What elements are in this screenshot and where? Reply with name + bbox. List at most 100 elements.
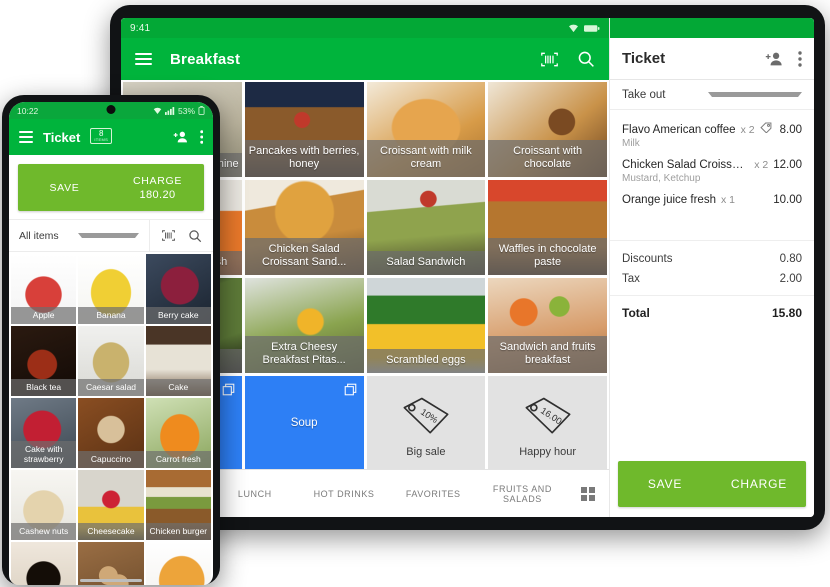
- tile-label: Cake with strawberry: [11, 441, 77, 468]
- grid-view-icon[interactable]: [567, 470, 609, 517]
- product-tile[interactable]: [145, 542, 211, 585]
- order-type-value: Take out: [622, 88, 666, 101]
- charge-button[interactable]: CHARGE: [712, 461, 806, 507]
- tag-icon: 10%: [400, 396, 452, 436]
- hamburger-menu-icon[interactable]: [135, 53, 152, 65]
- tile-label: Carrot fresh: [145, 451, 211, 468]
- more-vertical-icon[interactable]: [199, 130, 204, 144]
- order-type-select[interactable]: Take out: [610, 80, 814, 110]
- phone-page-title: Ticket: [43, 129, 81, 145]
- hamburger-menu-icon[interactable]: [19, 131, 33, 143]
- barcode-scan-icon[interactable]: [161, 229, 176, 242]
- product-tile[interactable]: Pancakes with berries, honey: [244, 82, 364, 177]
- product-tile[interactable]: Sandwich and fruits breakfast: [488, 278, 607, 373]
- signal-icon: [164, 106, 175, 115]
- ticket-item-line: Flavo American coffee x 2 8.00: [622, 122, 802, 136]
- ticket-pane: Ticket Take out Flavo American coffee x …: [609, 18, 814, 517]
- screenshot-root: 9:41 Breakfast Pancakes with berries, ho…: [0, 0, 830, 587]
- more-vertical-icon[interactable]: [798, 50, 802, 67]
- ticket-item-modifiers: Milk: [622, 138, 640, 149]
- tablet-status-bar: 9:41: [121, 18, 609, 38]
- product-tile[interactable]: Carrot fresh: [145, 398, 211, 468]
- product-image: [11, 542, 77, 585]
- tab-hot-drinks[interactable]: HOT DRINKS: [299, 470, 388, 517]
- phone-appbar-actions: [122, 130, 203, 144]
- barcode-scan-icon[interactable]: [540, 51, 559, 68]
- tile-label: Banana: [78, 307, 144, 324]
- ticket-item-row[interactable]: Chicken Salad Croissant... x 2 12.00 Mustar…: [610, 153, 814, 188]
- product-tile[interactable]: Croissant with chocolate: [488, 82, 607, 177]
- product-tile[interactable]: Chicken Salad Croissant Sand...: [244, 180, 364, 275]
- tile-label: Capuccino: [78, 451, 144, 468]
- search-icon[interactable]: [577, 50, 595, 68]
- ticket-grand-total: Total 15.80: [610, 294, 814, 330]
- product-tile[interactable]: Banana: [78, 254, 144, 324]
- save-button[interactable]: SAVE: [618, 461, 712, 507]
- tile-label: Apple: [11, 307, 77, 324]
- product-tile[interactable]: Cashew nuts: [11, 470, 77, 540]
- svg-text:10%: 10%: [419, 407, 440, 425]
- tile-label: Berry cake: [145, 307, 211, 324]
- product-tile[interactable]: Scrambled eggs: [366, 278, 486, 373]
- ticket-item-price: 12.00: [773, 159, 802, 171]
- discount-tile[interactable]: 10% Big sale: [366, 376, 486, 469]
- product-tile[interactable]: Extra Cheesy Breakfast Pitas...: [244, 278, 364, 373]
- tablet-app-bar: Breakfast: [121, 38, 609, 80]
- phone-status-icons: 53%: [153, 106, 205, 116]
- phone-status-time: 10:22: [17, 105, 39, 116]
- product-tile[interactable]: Cake: [145, 326, 211, 396]
- ticket-title: Ticket: [622, 50, 666, 67]
- ticket-item-count-badge: 8 ITEMS: [90, 128, 113, 144]
- ticket-action-bar: SAVE CHARGE: [618, 461, 806, 507]
- tab-label: LUNCH: [237, 488, 272, 499]
- total-label: Tax: [622, 272, 640, 285]
- search-icon[interactable]: [188, 229, 202, 243]
- product-tile[interactable]: Cheesecake: [78, 470, 144, 540]
- tile-label: Cake: [145, 379, 211, 396]
- ticket-item-list: Flavo American coffee x 2 8.00 Milk Chicken …: [610, 110, 814, 240]
- total-value: 0.80: [779, 252, 802, 265]
- phone-home-indicator: [80, 579, 142, 582]
- phone-charge-bar: SAVE CHARGE 180.20: [18, 164, 204, 211]
- ticket-item-qty: x 2: [740, 124, 755, 136]
- wifi-icon: [153, 107, 162, 115]
- tablet-status-icons: [568, 24, 600, 33]
- item-filter-select[interactable]: All items: [9, 230, 149, 242]
- ticket-item-row[interactable]: Flavo American coffee x 2 8.00 Milk: [610, 116, 814, 153]
- product-tile[interactable]: Berry cake: [145, 254, 211, 324]
- phone-save-button[interactable]: SAVE: [18, 164, 111, 211]
- product-tile[interactable]: Black tea: [11, 326, 77, 396]
- product-tile[interactable]: Cake with strawberry: [11, 398, 77, 468]
- product-tile[interactable]: Chicken burger: [145, 470, 211, 540]
- ticket-item-qty: x 2: [754, 159, 769, 171]
- save-label: SAVE: [49, 181, 80, 194]
- add-person-icon[interactable]: [173, 130, 189, 144]
- tile-label: Sandwich and fruits breakfast: [488, 336, 607, 373]
- discount-tile[interactable]: 16.00 Happy hour: [488, 376, 607, 469]
- tile-label: Big sale: [406, 446, 446, 458]
- tile-label: Chicken burger: [145, 523, 211, 540]
- phone-charge-button[interactable]: CHARGE 180.20: [111, 164, 204, 211]
- grand-total-value: 15.80: [771, 305, 802, 320]
- ticket-item-qty: x 1: [720, 194, 735, 206]
- tab-favorites[interactable]: FAVORITES: [389, 470, 478, 517]
- charge-label: CHARGE: [132, 174, 183, 187]
- ticket-item-line: Chicken Salad Croissant... x 2 12.00: [622, 159, 802, 171]
- add-person-icon[interactable]: [765, 51, 784, 67]
- wifi-icon: [568, 24, 579, 33]
- product-tile[interactable]: Capuccino: [78, 398, 144, 468]
- product-tile[interactable]: Salad Sandwich: [366, 180, 486, 275]
- product-tile[interactable]: Waffles in chocolate paste: [488, 180, 607, 275]
- page-title: Breakfast: [170, 50, 241, 68]
- product-tile[interactable]: [11, 542, 77, 585]
- tab-lunch[interactable]: LUNCH: [210, 470, 299, 517]
- product-tile[interactable]: Croissant with milk cream: [366, 82, 486, 177]
- product-tile[interactable]: Apple: [11, 254, 77, 324]
- product-tile[interactable]: Caesar salad: [78, 326, 144, 396]
- tile-label: Extra Cheesy Breakfast Pitas...: [244, 336, 364, 373]
- category-tile[interactable]: Soup: [244, 376, 364, 469]
- tile-label: Scrambled eggs: [366, 349, 486, 373]
- tab-fruits-and-salads[interactable]: FRUITS AND SALADS: [478, 470, 567, 517]
- ticket-item-modifiers: Mustard, Ketchup: [622, 173, 701, 184]
- ticket-item-row[interactable]: Orange juice fresh x 1 10.00: [610, 188, 814, 210]
